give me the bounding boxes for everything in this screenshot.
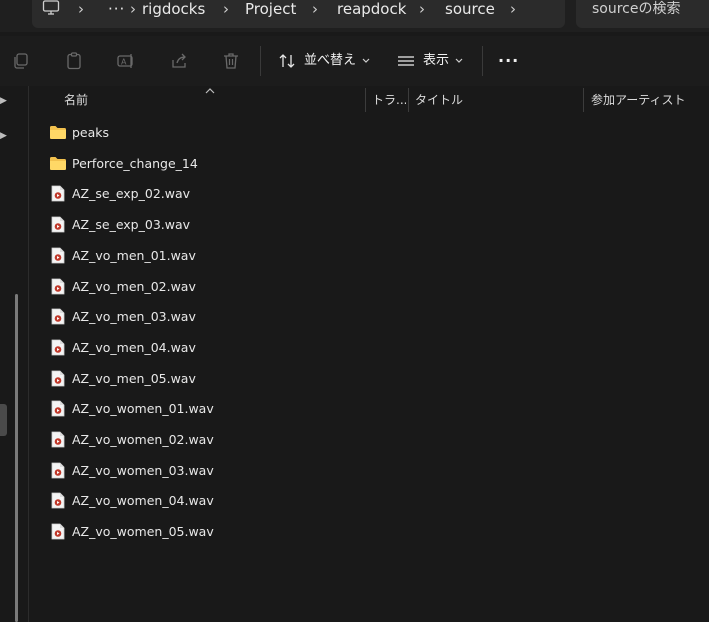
view-button[interactable]: 表示 <box>397 49 463 73</box>
navigation-pane: ▶ ▶ <box>0 86 29 622</box>
breadcrumb-chevron-icon[interactable]: › <box>312 1 318 17</box>
breadcrumb-item-source[interactable]: source <box>445 0 495 18</box>
audio-file-icon <box>51 431 65 452</box>
audio-file-icon <box>51 216 65 237</box>
audio-file-icon <box>51 278 65 299</box>
share-icon[interactable] <box>169 51 189 71</box>
column-divider[interactable] <box>408 88 409 112</box>
audio-file-icon <box>51 185 65 206</box>
file-name: AZ_vo_women_03.wav <box>72 462 214 478</box>
list-item[interactable]: AZ_vo_women_01.wav <box>30 394 370 424</box>
breadcrumb-chevron-icon[interactable]: › <box>130 1 136 17</box>
breadcrumb-chevron-icon[interactable]: › <box>419 1 425 17</box>
file-name: AZ_vo_women_04.wav <box>72 493 214 509</box>
file-name: peaks <box>72 125 110 140</box>
audio-file-icon <box>51 492 65 513</box>
list-item[interactable]: peaks <box>30 118 370 148</box>
list-item[interactable]: AZ_vo_women_02.wav <box>30 425 370 455</box>
chevron-down-icon <box>455 58 463 63</box>
address-bar-row: › ··· › rigdocks › Project › reapdock › … <box>0 0 709 32</box>
folder-icon <box>49 125 67 144</box>
audio-file-icon <box>51 400 65 421</box>
list-item[interactable]: AZ_vo_men_03.wav <box>30 302 370 332</box>
copy-icon[interactable] <box>11 51 31 71</box>
column-header: 名前 トラ... タイトル 参加アーティスト <box>30 86 709 114</box>
list-item[interactable]: AZ_vo_men_05.wav <box>30 364 370 394</box>
this-pc-icon[interactable] <box>42 0 60 20</box>
view-icon <box>398 56 414 66</box>
file-name: Perforce_change_14 <box>72 155 198 171</box>
sort-button[interactable]: 並べ替え <box>278 49 370 73</box>
breadcrumb-chevron-icon[interactable]: › <box>510 1 516 17</box>
column-track[interactable]: トラ... <box>372 86 406 114</box>
breadcrumb-more-button[interactable]: ··· <box>108 0 125 18</box>
expand-arrow-icon[interactable]: ▶ <box>0 131 8 141</box>
svg-text:A: A <box>121 58 127 67</box>
column-divider[interactable] <box>365 88 366 112</box>
file-name: AZ_vo_women_01.wav <box>72 401 214 417</box>
file-name: AZ_vo_men_02.wav <box>72 278 196 294</box>
list-item[interactable]: Perforce_change_14 <box>30 149 370 179</box>
audio-file-icon <box>51 339 65 360</box>
file-name: AZ_vo_women_05.wav <box>72 524 214 540</box>
folder-icon <box>49 156 67 175</box>
file-name: AZ_vo_women_02.wav <box>72 432 214 447</box>
list-item[interactable]: AZ_vo_women_04.wav <box>30 486 370 516</box>
list-item[interactable]: AZ_vo_women_05.wav <box>30 517 370 547</box>
expand-arrow-icon[interactable]: ▶ <box>0 96 8 106</box>
file-name: AZ_se_exp_02.wav <box>72 186 191 202</box>
delete-icon[interactable] <box>221 51 241 71</box>
column-title[interactable]: タイトル <box>415 86 575 114</box>
paste-icon[interactable] <box>64 51 84 71</box>
column-name[interactable]: 名前 <box>64 86 204 114</box>
view-label: 表示 <box>423 53 450 68</box>
address-bar[interactable]: › ··· › rigdocks › Project › reapdock › … <box>32 0 565 28</box>
more-options-button[interactable]: ··· <box>498 49 519 73</box>
list-item[interactable]: AZ_vo_men_02.wav <box>30 272 370 302</box>
chevron-down-icon <box>362 58 370 63</box>
breadcrumb-chevron-icon[interactable]: › <box>78 1 84 17</box>
file-name: AZ_vo_men_03.wav <box>72 309 196 325</box>
nav-scrollbar[interactable] <box>15 294 18 622</box>
list-item[interactable]: AZ_vo_women_03.wav <box>30 456 370 486</box>
search-input[interactable]: sourceの検索 <box>592 0 681 18</box>
column-artist[interactable]: 参加アーティスト <box>591 86 709 114</box>
command-bar: A 並べ替え 表示 ··· <box>0 36 709 86</box>
file-name: AZ_se_exp_03.wav <box>72 217 191 233</box>
column-divider[interactable] <box>583 88 584 112</box>
audio-file-icon <box>51 523 65 544</box>
list-item[interactable]: AZ_vo_men_04.wav <box>30 333 370 363</box>
toolbar-divider <box>260 46 261 76</box>
rename-icon[interactable]: A <box>116 51 136 71</box>
breadcrumb-item-reapdock[interactable]: reapdock <box>337 0 406 18</box>
nav-selected-item[interactable] <box>0 404 7 436</box>
toolbar-divider <box>482 46 483 76</box>
file-name: AZ_vo_men_05.wav <box>72 370 196 386</box>
audio-file-icon <box>51 370 65 391</box>
sort-label: 並べ替え <box>304 53 357 68</box>
sort-icon <box>279 54 295 68</box>
audio-file-icon <box>51 247 65 268</box>
search-box[interactable]: sourceの検索 <box>576 0 709 28</box>
file-name: AZ_vo_men_04.wav <box>72 339 196 355</box>
audio-file-icon <box>51 462 65 483</box>
list-item[interactable]: AZ_se_exp_03.wav <box>30 210 370 240</box>
sort-ascending-icon <box>205 84 215 99</box>
list-item[interactable]: AZ_vo_men_01.wav <box>30 241 370 271</box>
audio-file-icon <box>51 308 65 329</box>
breadcrumb-item-project[interactable]: Project <box>245 0 296 18</box>
breadcrumb-chevron-icon[interactable]: › <box>223 1 229 17</box>
breadcrumb-item-rigdocks[interactable]: rigdocks <box>142 0 205 18</box>
list-item[interactable]: AZ_se_exp_02.wav <box>30 179 370 209</box>
file-name: AZ_vo_men_01.wav <box>72 247 196 263</box>
